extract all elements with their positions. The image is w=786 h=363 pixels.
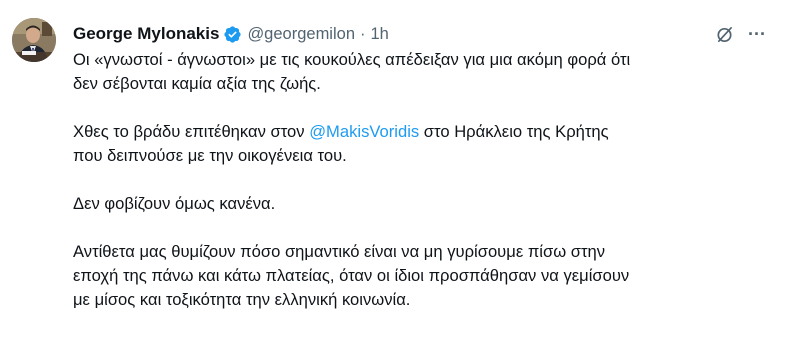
- tweet-paragraph-4: Αντίθετα μας θυμίζουν πόσο σημαντικό είν…: [73, 242, 630, 309]
- verified-badge-icon: [223, 25, 242, 44]
- separator-dot: ·: [360, 25, 366, 43]
- tweet-paragraph-2: Χθες το βράδυ επιτέθηκαν στον @MakisVori…: [73, 120, 753, 168]
- tweet-header: George Mylonakis @georgemilon · 1h ···: [73, 22, 766, 46]
- avatar-photo: [12, 18, 56, 62]
- more-icon[interactable]: ···: [748, 22, 766, 46]
- header-actions: ···: [715, 22, 766, 46]
- mention-link[interactable]: @MakisVoridis: [309, 122, 419, 141]
- grok-slash-icon[interactable]: [715, 25, 734, 44]
- author-handle[interactable]: @georgemilon: [247, 22, 355, 46]
- tweet-paragraph-1: Οι «γνωστοί - άγνωστοι» με τις κουκούλες…: [73, 50, 631, 93]
- timestamp[interactable]: 1h: [371, 22, 389, 46]
- tweet-paragraph-3: Δεν φοβίζουν όμως κανένα.: [73, 194, 276, 213]
- author-name[interactable]: George Mylonakis: [73, 22, 219, 46]
- tweet-text-segment: Χθες το βράδυ επιτέθηκαν στον: [73, 122, 310, 141]
- tweet-text: Οι «γνωστοί - άγνωστοι» με τις κουκούλες…: [73, 48, 753, 336]
- tweet[interactable]: George Mylonakis @georgemilon · 1h ··· Ο…: [0, 0, 786, 363]
- avatar[interactable]: [12, 18, 56, 62]
